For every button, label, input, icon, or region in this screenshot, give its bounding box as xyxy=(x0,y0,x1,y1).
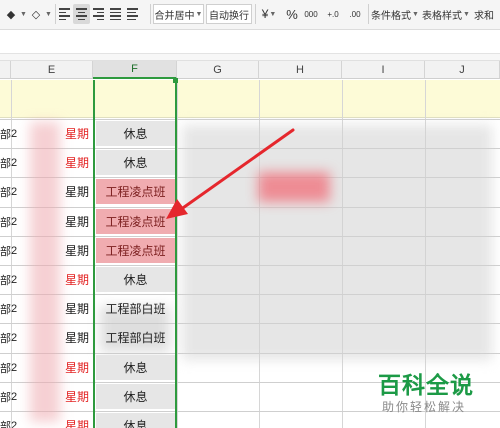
watermark-title: 百科全说 xyxy=(378,372,474,398)
watermark: 百科全说 助你轻松解决 xyxy=(350,362,500,428)
watermark-subtitle: 助你轻松解决 xyxy=(382,400,467,414)
